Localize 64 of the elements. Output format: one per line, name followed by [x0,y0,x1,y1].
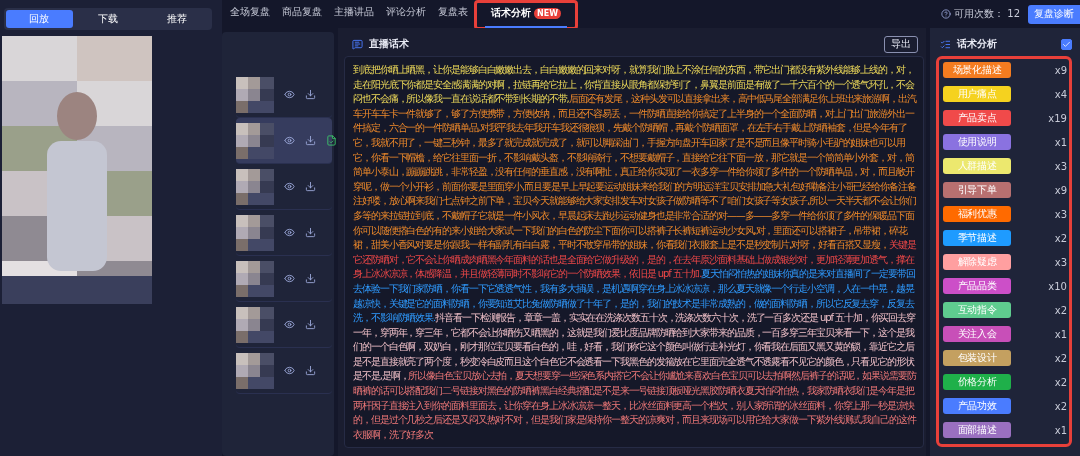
new-badge: NEW [534,7,561,19]
download-icon[interactable] [305,89,316,100]
panel-title: 话术分析 [957,37,997,51]
eye-icon[interactable] [284,319,295,330]
message-icon [352,38,363,50]
tag-count: x2 [1054,352,1067,364]
diagnose-button[interactable]: 复盘诊断 [1028,4,1080,24]
category-tag[interactable]: 使用说明 [943,134,1011,150]
category-tag[interactable]: 季节描述 [943,230,1011,246]
tag-count: x19 [1048,112,1067,124]
tag-count: x3 [1054,208,1067,220]
export-button[interactable]: 导出 [884,35,918,53]
eye-icon[interactable] [284,273,295,284]
category-tag[interactable]: 产品品类 [943,278,1011,294]
category-tag[interactable]: 场景化描述 [943,62,1011,78]
eye-icon[interactable] [284,365,295,376]
nav-tab[interactable]: 主播讲品 [328,1,380,27]
download-icon[interactable] [305,227,316,238]
tag-count: x1 [1054,136,1067,148]
nav-tab[interactable]: 全场复盘 [224,1,276,27]
tag-count: x2 [1054,376,1067,388]
tag-count: x1 [1054,424,1067,436]
transcript-text: 到底把你晒上晒黑，让你是能够白白嫩嫩出去，白白嫩嫩的回来对呀，就算我们脸上不涂任何的东西，带它出门都没有紫外线能够上线的，对，走在阳光底下你都是安全感满满的对啊，拉链再给它拉上，你背直接从眼角都保护到了，鼻翼是前面是有做了一千六百个的一个透气环孔，不会闷也不会痛，所以像我一直在说话都不带到长期的不带,后面还有发尾，这种头发可以直接拿出来，高中低马尾全部满足你上班出来旅游啊，出汽车开车车卡一件就够了，够了方便携带，方便收纳，而且还不容易丢，一件防晒直接给你搞定了上半身的一个全面防晒，对上门出门旅游外出一件搞定，六合一的一件防晒单品,对我平我去年我开车我还很狼狈，先戴个防晒帽，再戴个防晒面罩，在左手右手戴上防晒袖套，但是今年有了它，我就不用了，一键三秒钟，最多了就完成就完成了，就可以脚踩油门，手握方向盘开车回家了是不是而且像平时骑小毛驴的姐妹也可以用它，你看一下帽檐，给它往里面一折，不影响戴头盔，不影响骑行，不想要戴帽子，直接给它往下面一放，那它就是一个简简单小外套，对，简简单小泰山，蹦蹦跳跳，非常轻盈，没有任何的垂直感，没有啊扯，真正给你实现了一衣多穿一件给你领了多件的一个防晒单品，对，而且敞开穿呢，做一个小开衫，前面你要是里面穿小,而且要是早上早起要运动姐妹来给我们的方明远洋宝贝安排加急大礼包好嘞备注小哥已经给你备注备注好喽，放心啊来我们七点钟之前下单，宝贝今天就能够给大家安排发车对女孩子做防晒等不了咱们女孩子等女孩子,所以一天半天都不会让你们多等的来拉链拉到底，不戴帽子它就是一件小风衣，早晨起床去跑步运动健身也是非常合适的对——多——多穿一件给你顶了多件的保暖品下面你可以随便搭白色的有的来小姐给大家试一下我们的白色的防尘下面你可以搭裤子长裤短裤运动少女风,对，里面还可以搭裙子，吊带裙，碎花裙，甜美小香风对要是你跟我一样有副乳有白白露，平时不敢穿吊带的姐妹，你看我们衣服套上是不是秒变制片,对呀，好看百搭又显瘦，关键是它还防晒对，它不会让你晒成肉晒黑今年面料的话也是全面给它做升级的，是的，在去年原沙面料基础上做成银纱对，更加轻薄更加透气，撑在身上冰冰凉凉，体感降温，并且做轻薄同时不影响它的一个防晒效果，依旧是 upf 五十加.夏天怕闷怕热的姐妹你真的是来对直播间了一定要带回去体验一下我们家防晒，你看一下它透透气性，我有多大插误，是机遇啊穿在身上冰冰凉凉，那么夏天就像一个行走小空调，人在一中晃，越晃越凉快，关键是它的面料防晒，你要知道艾比兔做防晒做了十年了，是的，我们的技术是非常成熟的，做的面料防晒，所以它反复去穿，反复去洗，不影响防晒效果.抖音看一下检测报告，章章一盖，实实在在洗涤次数五十次，洗涤次数六十次，洗了一百多次还是 upf 五十加，你买回去穿一年，穿两年，穿三年，它都不会让你晒伤又晒黑的，这就是我们爱比度品牌防晒给到大家带来的品质，一百多穿三年宝贝来看一下，这个是我们的一个白色啊，双奶白，刚才那位宝贝要看白色的，哇，好看，我们称它这个颜色叫做行走补光灯，你看我在后面又黑又黄的锁，靠近它之后是不是直接就亮了两个度，秒变冷白皮而且这个白色它不会透看一下我黑色的发箍放在它里面完全透气不透露看不见它的颜色，只看见它的形状是不是,是啊，所以像白色宝贝放心去拍，夏天想要穿一些深色系内搭它不会让你尴尬来喜欢白色宝贝可以去拍啊然后裤子的话呢，如果说需要防晒裤的话可以搭配我们二号链接对黑色的防晒裤黑白经典搭配是不是来一号链接顶板哑光黑胶防晒衣夏天怕闷怕热，我家防晒衣我们是今年是把两杆因子直接注入到你的面料里面去，让你穿在身上冰冰凉凉一整天，比冰丝面料更高一个档次，别人家所谓的冰丝面料，你穿上那一秒是凉快的，但是过个几秒之后还是又闷又热对不对，但是我们家是保持你一整天的凉爽对，而且来现场可以用它给大家做一下紫外线测试,我自己的这件衣服啊，洗了好多次 [353,63,918,442]
download-icon[interactable] [305,273,316,284]
category-tag[interactable]: 福利优惠 [943,206,1011,222]
nav-tab[interactable]: 商品复盘 [276,1,328,27]
category-tag[interactable]: 关注入会 [943,326,1011,342]
category-tag[interactable]: 包装设计 [943,350,1011,366]
help-icon [941,9,952,19]
tag-count: x3 [1054,256,1067,268]
tag-count: x9 [1054,184,1067,196]
category-tag[interactable]: 解除疑虑 [943,254,1011,270]
tag-count: x2 [1054,304,1067,316]
download-icon[interactable] [305,365,316,376]
tag-count: x9 [1054,64,1067,76]
sidebar-tab[interactable]: 推荐 [143,10,210,28]
eye-icon[interactable] [284,89,295,100]
download-icon[interactable] [305,319,316,330]
checkbox[interactable] [1061,38,1072,50]
remaining-count: 可用次数： 12 [954,7,1020,21]
category-tag[interactable]: 引导下单 [943,182,1011,198]
list-icon [940,38,951,50]
category-tag[interactable]: 产品卖点 [943,110,1011,126]
download-icon[interactable] [305,181,316,192]
eye-icon[interactable] [284,227,295,238]
category-tag[interactable]: 互动指令 [943,302,1011,318]
tag-count: x3 [1054,160,1067,172]
eye-icon[interactable] [284,135,295,146]
download-icon[interactable] [305,135,316,146]
report-icon[interactable] [326,135,337,146]
tag-count: x1 [1054,328,1067,340]
nav-tab[interactable]: 复盘表 [432,1,474,27]
tag-count: x10 [1048,280,1067,292]
category-tag[interactable]: 价格分析 [943,374,1011,390]
panel-title: 直播话术 [369,37,409,51]
eye-icon[interactable] [284,181,295,192]
category-tag[interactable]: 产品功效 [943,398,1011,414]
tag-count: x4 [1054,88,1067,100]
nav-tab[interactable]: 评论分析 [380,1,432,27]
tag-count: x2 [1054,400,1067,412]
category-tag[interactable]: 面部描述 [943,422,1011,438]
sidebar-tab[interactable]: 下载 [74,10,142,28]
tag-count: x2 [1054,232,1067,244]
sidebar-tab[interactable]: 回放 [6,10,73,28]
